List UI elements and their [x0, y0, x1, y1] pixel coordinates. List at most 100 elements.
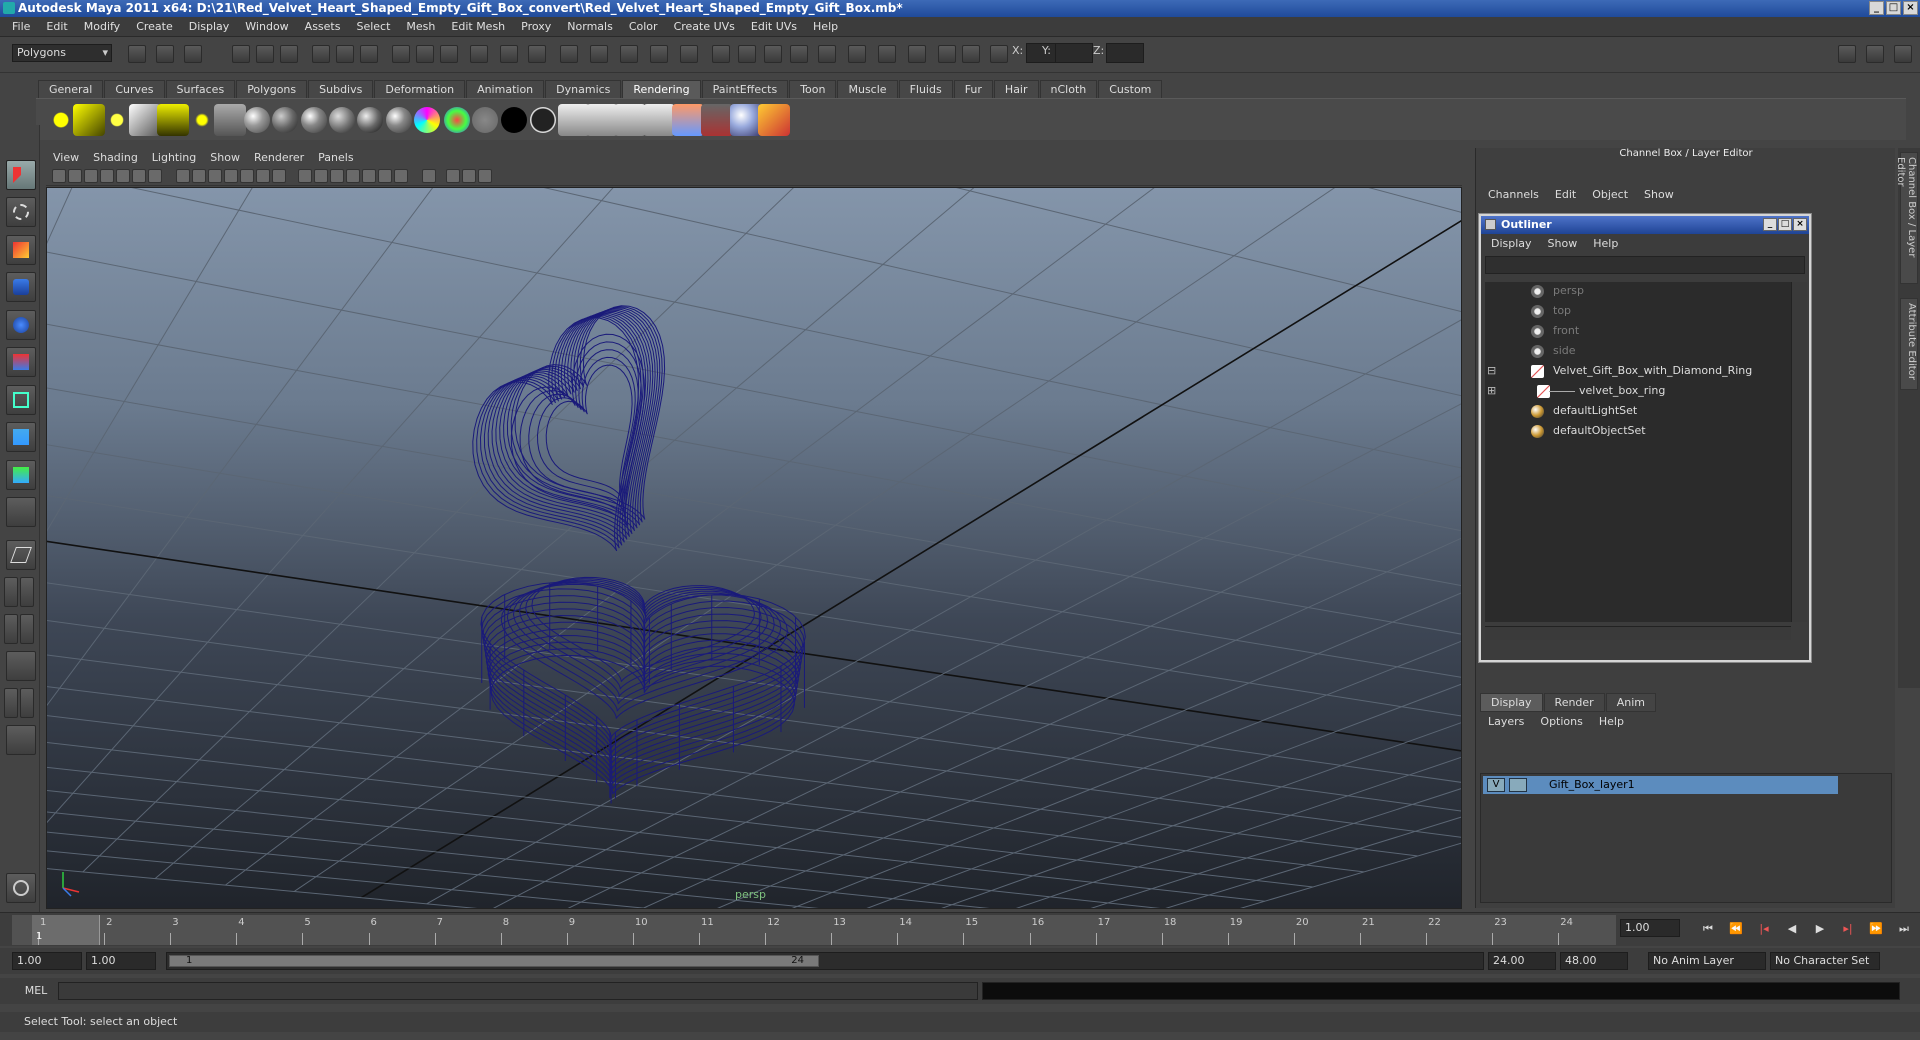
- status-tool-icon[interactable]: [156, 45, 174, 63]
- outliner-menu-help[interactable]: Help: [1585, 237, 1626, 251]
- shelf-tab-custom[interactable]: Custom: [1098, 80, 1163, 98]
- panel-toggle-icon[interactable]: [1838, 45, 1856, 63]
- viewport-tool-icon[interactable]: [422, 169, 436, 183]
- playback-end-field[interactable]: 24.00: [1488, 952, 1556, 970]
- manipulator-icon[interactable]: [6, 385, 36, 415]
- show-manipulator-icon[interactable]: [6, 460, 36, 490]
- outliner-minimize-button[interactable]: _: [1763, 218, 1777, 231]
- step-back-button[interactable]: ⏪: [1728, 922, 1744, 936]
- menu-normals[interactable]: Normals: [559, 20, 621, 33]
- command-input[interactable]: [58, 982, 978, 1000]
- status-tool-icon[interactable]: [184, 45, 202, 63]
- viewport-tool-icon[interactable]: [462, 169, 476, 183]
- status-tool-icon[interactable]: [528, 45, 546, 63]
- outliner-persp-layout-icon[interactable]: [4, 614, 18, 644]
- viewport-tool-icon[interactable]: [224, 169, 238, 183]
- shelf-tab-dynamics[interactable]: Dynamics: [545, 80, 622, 98]
- layer-visibility-toggle[interactable]: V: [1487, 778, 1505, 792]
- viewport-tool-icon[interactable]: [346, 169, 360, 183]
- layer-tab-render[interactable]: Render: [1543, 693, 1605, 712]
- end-time-field[interactable]: 48.00: [1560, 952, 1628, 970]
- viewport-menu-lighting[interactable]: Lighting: [145, 151, 203, 164]
- step-forward-button[interactable]: ⏩: [1868, 922, 1884, 936]
- status-tool-icon[interactable]: [680, 45, 698, 63]
- menu-edit-uvs[interactable]: Edit UVs: [743, 20, 805, 33]
- outliner-vertical-scrollbar[interactable]: [1791, 282, 1807, 622]
- shelf-tab-subdivs[interactable]: Subdivs: [308, 80, 374, 98]
- render-settings-icon[interactable]: [214, 104, 246, 136]
- anim-layer-select[interactable]: No Anim Layer: [1648, 952, 1766, 970]
- mel-toggle-button[interactable]: MEL: [14, 982, 58, 1000]
- menu-assets[interactable]: Assets: [297, 20, 349, 33]
- status-tool-icon[interactable]: [764, 45, 782, 63]
- viewport-tool-icon[interactable]: [362, 169, 376, 183]
- outliner-filter-field[interactable]: [1485, 256, 1805, 274]
- viewport-tool-icon[interactable]: [394, 169, 408, 183]
- status-tool-icon[interactable]: [962, 45, 980, 63]
- current-frame-field[interactable]: 1.00: [1620, 919, 1680, 937]
- outliner-item[interactable]: ⊞ velvet_box_ring: [1485, 382, 1785, 400]
- status-tool-icon[interactable]: [908, 45, 926, 63]
- go-to-end-button[interactable]: ⏭: [1896, 922, 1912, 936]
- shelf-tab-ncloth[interactable]: nCloth: [1039, 80, 1098, 98]
- viewport-menu-view[interactable]: View: [46, 151, 86, 164]
- blinn-material-icon[interactable]: [244, 107, 270, 133]
- shelf-tab-rendering[interactable]: Rendering: [622, 80, 701, 98]
- outliner-item[interactable]: ⊟ Velvet_Gift_Box_with_Diamond_Ring: [1485, 362, 1785, 380]
- status-tool-icon[interactable]: [336, 45, 354, 63]
- rotate-tool-icon[interactable]: [6, 310, 36, 340]
- four-pane-layout-icon[interactable]: [4, 577, 18, 607]
- menu-create[interactable]: Create: [128, 20, 181, 33]
- paint-brush-icon[interactable]: [758, 104, 790, 136]
- shelf-tab-deformation[interactable]: Deformation: [374, 80, 466, 98]
- status-tool-icon[interactable]: [360, 45, 378, 63]
- shading-map-icon[interactable]: [530, 107, 556, 133]
- menu-create-uvs[interactable]: Create UVs: [666, 20, 743, 33]
- shelf-tab-fur[interactable]: Fur: [953, 80, 993, 98]
- anisotropic-material-icon[interactable]: [357, 107, 383, 133]
- layer-tab-display[interactable]: Display: [1480, 693, 1543, 712]
- status-tool-icon[interactable]: [312, 45, 330, 63]
- render-view-icon[interactable]: [643, 104, 675, 136]
- graph-persp-layout-icon[interactable]: [20, 614, 34, 644]
- status-tool-icon[interactable]: [440, 45, 458, 63]
- menu-select[interactable]: Select: [348, 20, 398, 33]
- soft-mod-icon[interactable]: [6, 422, 36, 452]
- persp-graph-layout-icon[interactable]: [6, 651, 36, 681]
- channel-box-side-tab[interactable]: Channel Box / Layer Editor: [1895, 152, 1918, 284]
- shelf-tab-general[interactable]: General: [38, 80, 104, 98]
- perspective-viewport[interactable]: persp: [46, 187, 1462, 909]
- shelf-tab-hair[interactable]: Hair: [993, 80, 1039, 98]
- time-slider[interactable]: 1 2 3 4 5 6 7 8 9 10 11 12 13 14 15 16 17 18 19 20 21 22 23 24 1…: [0, 912, 1920, 946]
- play-backwards-button[interactable]: ◀: [1784, 922, 1800, 936]
- menu-modify[interactable]: Modify: [76, 20, 128, 33]
- lambert-material-icon[interactable]: [272, 107, 298, 133]
- status-tool-icon[interactable]: [938, 45, 956, 63]
- hypershade-icon[interactable]: [672, 104, 704, 136]
- shelf-tab-curves[interactable]: Curves: [104, 80, 165, 98]
- outliner-menu-display[interactable]: Display: [1483, 237, 1540, 251]
- menu-window[interactable]: Window: [237, 20, 296, 33]
- y-field[interactable]: [1055, 43, 1093, 63]
- channel-box-menu-edit[interactable]: Edit: [1547, 188, 1584, 201]
- status-tool-icon[interactable]: [878, 45, 896, 63]
- status-tool-icon[interactable]: [650, 45, 668, 63]
- viewport-tool-icon[interactable]: [314, 169, 328, 183]
- outliner-item[interactable]: defaultLightSet: [1485, 402, 1785, 420]
- menu-file[interactable]: File: [4, 20, 38, 33]
- viewport-tool-icon[interactable]: [478, 169, 492, 183]
- collapse-icon[interactable]: ⊟: [1487, 362, 1496, 380]
- menu-edit-mesh[interactable]: Edit Mesh: [443, 20, 513, 33]
- menu-mesh[interactable]: Mesh: [398, 20, 443, 33]
- status-tool-icon[interactable]: [280, 45, 298, 63]
- status-tool-icon[interactable]: [990, 45, 1008, 63]
- scale-tool-icon[interactable]: [6, 347, 36, 377]
- viewport-menu-panels[interactable]: Panels: [311, 151, 360, 164]
- shelf-tab-surfaces[interactable]: Surfaces: [165, 80, 236, 98]
- viewport-tool-icon[interactable]: [378, 169, 392, 183]
- status-tool-icon[interactable]: [416, 45, 434, 63]
- panel-toggle-icon[interactable]: [1894, 45, 1912, 63]
- maximize-button[interactable]: □: [1886, 1, 1901, 15]
- menu-display[interactable]: Display: [181, 20, 238, 33]
- viewport-tool-icon[interactable]: [446, 169, 460, 183]
